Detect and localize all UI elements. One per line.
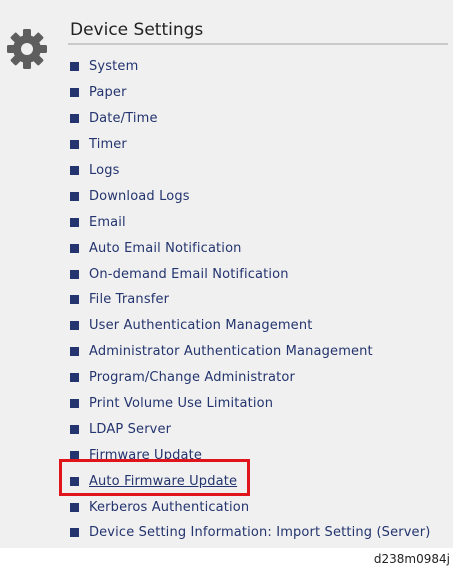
bullet-icon <box>70 114 79 124</box>
bullet-icon <box>70 140 79 150</box>
menu-item-user-authentication-management: User Authentication Management <box>70 313 430 339</box>
link-date-time[interactable]: Date/Time <box>89 111 158 126</box>
menu-item-paper: Paper <box>70 80 430 106</box>
bullet-icon <box>70 166 79 175</box>
page-title: Device Settings <box>70 20 204 40</box>
link-device-setting-information-import[interactable]: Device Setting Information: Import Setti… <box>89 525 430 540</box>
link-administrator-authentication-management[interactable]: Administrator Authentication Management <box>89 344 373 359</box>
menu-item-download-logs: Download Logs <box>70 183 430 209</box>
bullet-icon <box>70 424 79 434</box>
bullet-icon <box>70 62 79 72</box>
link-program-change-administrator[interactable]: Program/Change Administrator <box>89 370 295 385</box>
menu-item-on-demand-email-notification: On-demand Email Notification <box>70 261 430 287</box>
bullet-icon <box>70 88 79 98</box>
gear-icon <box>5 27 49 71</box>
link-print-volume-use-limitation[interactable]: Print Volume Use Limitation <box>89 396 273 411</box>
menu-item-date-time: Date/Time <box>70 106 430 132</box>
menu-item-system: System <box>70 54 430 80</box>
bullet-icon <box>70 243 79 253</box>
bullet-icon <box>70 373 79 383</box>
title-divider <box>68 43 448 45</box>
link-paper[interactable]: Paper <box>89 85 127 100</box>
link-user-authentication-management[interactable]: User Authentication Management <box>89 318 312 333</box>
menu-item-auto-email-notification: Auto Email Notification <box>70 235 430 261</box>
menu-item-logs: Logs <box>70 158 430 184</box>
figure-caption: d238m0984j <box>373 552 450 566</box>
link-file-transfer[interactable]: File Transfer <box>89 292 169 307</box>
bullet-icon <box>70 321 79 331</box>
bullet-icon <box>70 191 79 201</box>
menu-item-email: Email <box>70 209 430 235</box>
link-download-logs[interactable]: Download Logs <box>89 189 190 204</box>
link-ldap-server[interactable]: LDAP Server <box>89 422 171 437</box>
menu-item-program-change-administrator: Program/Change Administrator <box>70 365 430 391</box>
bullet-icon <box>70 347 79 357</box>
link-timer[interactable]: Timer <box>89 137 127 152</box>
menu-item-timer: Timer <box>70 132 430 158</box>
link-logs[interactable]: Logs <box>89 163 120 178</box>
bullet-icon <box>70 502 79 512</box>
bullet-icon <box>70 269 79 279</box>
bullet-icon <box>70 528 79 538</box>
menu-item-ldap-server: LDAP Server <box>70 416 430 442</box>
bullet-icon <box>70 295 79 305</box>
highlight-box <box>59 459 250 496</box>
menu-item-print-volume-use-limitation: Print Volume Use Limitation <box>70 391 430 417</box>
menu-item-file-transfer: File Transfer <box>70 287 430 313</box>
bullet-icon <box>70 399 79 409</box>
link-email[interactable]: Email <box>89 215 126 230</box>
menu-item-administrator-authentication-management: Administrator Authentication Management <box>70 339 430 365</box>
menu-item-kerberos-authentication: Kerberos Authentication <box>70 494 430 520</box>
settings-panel: Device Settings System Paper Date/Time T… <box>0 0 453 548</box>
link-kerberos-authentication[interactable]: Kerberos Authentication <box>89 500 249 515</box>
link-system[interactable]: System <box>89 59 138 74</box>
bullet-icon <box>70 217 79 227</box>
link-auto-email-notification[interactable]: Auto Email Notification <box>89 241 242 256</box>
menu-item-device-setting-information-import: Device Setting Information: Import Setti… <box>70 520 430 546</box>
link-on-demand-email-notification[interactable]: On-demand Email Notification <box>89 267 289 282</box>
